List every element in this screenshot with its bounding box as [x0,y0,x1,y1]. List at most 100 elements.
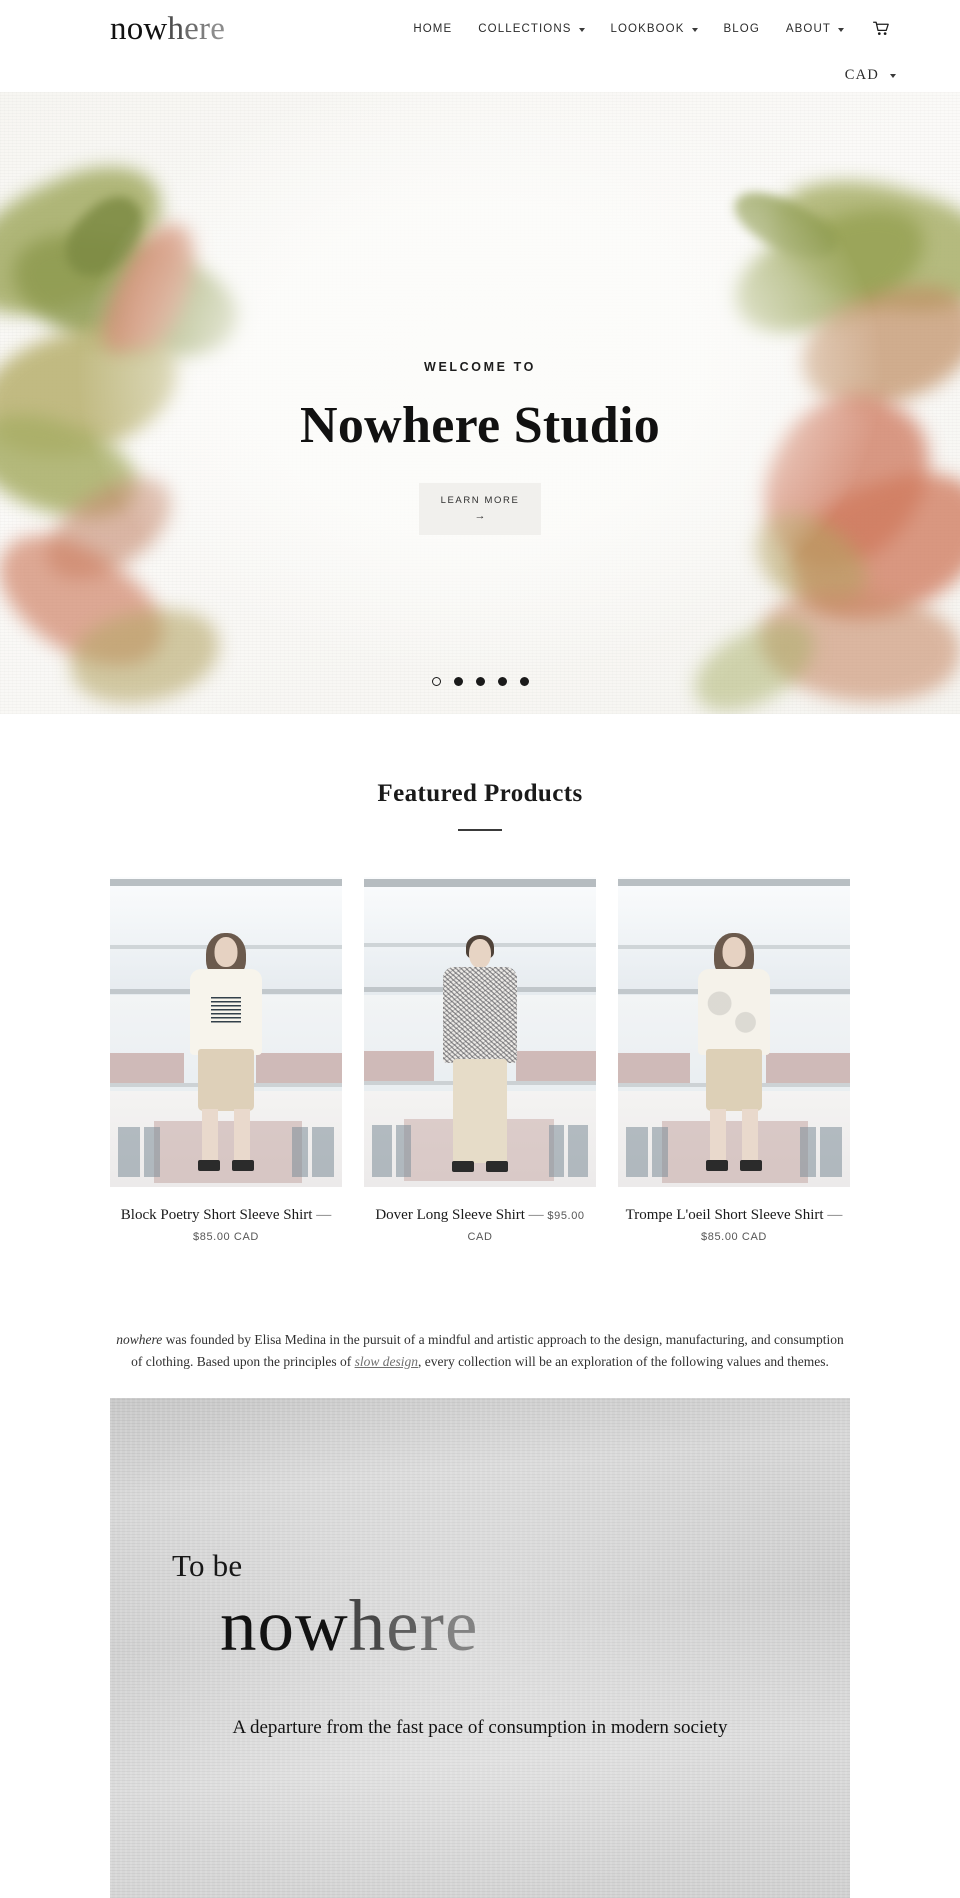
currency-selector[interactable]: CAD [839,64,902,87]
site-logo[interactable]: nowhere [110,10,226,47]
model-shirt [698,968,770,1055]
product-image [364,876,596,1187]
model-head [722,936,746,967]
model-leg [234,1108,250,1161]
chevron-down-icon [578,28,585,32]
logo-part-h: h [167,10,185,47]
photo-window [626,1126,648,1177]
chevron-down-icon [838,28,844,32]
featured-products-section: Featured Products Block Poetry Short Sle… [0,714,960,1247]
product-card[interactable]: Dover Long Sleeve Shirt — $95.00 CAD [364,876,596,1248]
product-price: $85.00 CAD [701,1230,767,1243]
model-leg [710,1108,726,1161]
model-head [469,938,491,968]
page-title: Featured Products [377,780,583,807]
panel-to-be-text: To be [172,1547,243,1583]
nav-item-about[interactable]: ABOUT [773,17,857,41]
product-name: Trompe L'oeil Short Sleeve Shirt [625,1206,824,1223]
model-shorts [706,1048,762,1111]
model-shirt [443,966,517,1063]
model-leg [202,1108,218,1161]
photo-band [364,878,596,887]
nav-item-collections[interactable]: COLLECTIONS [465,17,597,41]
panel-word-r: r [419,1584,445,1666]
chevron-down-icon [691,28,698,32]
model-shoe [452,1160,474,1172]
model-shirt-print [211,996,241,1023]
panel-caption: A departure from the fast pace of consum… [110,1714,850,1743]
product-dash: — [316,1206,332,1223]
photo-band [110,878,342,886]
chevron-down-icon [890,74,896,78]
panel-word-now: now [220,1584,349,1666]
photo-window [568,1124,588,1177]
product-grid: Block Poetry Short Sleeve Shirt — $85.00… [0,876,960,1248]
panel-word-e1: e [386,1584,420,1666]
photo-window [820,1126,842,1177]
section-divider [458,829,502,831]
nav-item-lookbook[interactable]: LOOKBOOK [598,17,711,41]
hero-kicker: WELCOME TO [424,360,536,374]
main-navigation: HOME COLLECTIONS LOOKBOOK BLOG ABOUT [400,17,900,41]
learn-more-button[interactable]: LEARN MORE → [418,483,542,535]
product-image [110,876,342,1187]
photo-brick [256,1052,342,1083]
slider-dot-3[interactable] [475,677,485,686]
cart-button[interactable] [857,17,900,41]
panel-word-h: h [348,1584,387,1666]
photo-window [144,1126,160,1177]
product-dash: — [827,1206,843,1223]
photo-window [396,1124,411,1177]
slider-dot-2[interactable] [453,677,463,686]
model-shoe [740,1159,762,1171]
nav-label-home: HOME [413,23,453,35]
logo-part-e2: e [210,10,226,47]
shopping-cart-icon [873,21,889,35]
model-shoe [198,1159,220,1171]
arrow-right-icon: → [474,509,486,522]
model-trousers [453,1058,507,1163]
photo-brick [154,1120,302,1183]
photo-brick [110,1052,184,1083]
product-card[interactable]: Trompe L'oeil Short Sleeve Shirt — $85.0… [618,876,850,1248]
header-secondary-row: CAD [0,58,960,92]
hero-content: WELCOME TO Nowhere Studio LEARN MORE → [0,360,960,535]
product-card[interactable]: Block Poetry Short Sleeve Shirt — $85.00… [110,876,342,1248]
product-title-wrap: Trompe L'oeil Short Sleeve Shirt — $85.0… [618,1205,850,1248]
hero-title: Nowhere Studio [299,397,661,454]
hero-slider[interactable]: WELCOME TO Nowhere Studio LEARN MORE → [0,92,960,714]
nav-label-collections: COLLECTIONS [478,23,572,35]
model-shorts [198,1048,254,1111]
product-title-wrap: Block Poetry Short Sleeve Shirt — $85.00… [110,1205,342,1248]
slow-design-link[interactable]: slow design [355,1354,418,1369]
slider-dot-5[interactable] [519,677,529,686]
photo-brick [516,1050,596,1081]
photo-window [372,1124,392,1177]
slider-dots [0,677,960,686]
about-text-2: , every collection will be an exploratio… [417,1353,829,1369]
model-head [214,936,238,967]
nav-item-blog[interactable]: BLOG [711,17,773,41]
logo-part-r: r [199,10,211,47]
nowhere-panel: To be nowhere A departure from the fast … [110,1397,850,1898]
product-title-wrap: Dover Long Sleeve Shirt — $95.00 CAD [364,1205,596,1248]
model-shoe [486,1160,508,1172]
product-price: $85.00 CAD [193,1230,259,1243]
product-dash: — [528,1206,544,1223]
panel-caption-text: A departure from the fast pace of consum… [232,1716,728,1738]
photo-brick [662,1120,808,1183]
nav-label-about: ABOUT [785,23,831,35]
nav-label-blog: BLOG [723,23,760,35]
product-name: Dover Long Sleeve Shirt [375,1206,525,1223]
slider-dot-1[interactable] [431,677,441,686]
learn-more-label: LEARN MORE [440,495,520,507]
panel-heading-block: To be nowhere [172,1548,810,1665]
logo-part-e1: e [184,10,199,47]
nav-item-home[interactable]: HOME [400,17,465,41]
photo-brick [766,1052,850,1083]
about-section: nowhere was founded by Elisa Medina in t… [0,1329,960,1373]
about-brand-name: nowhere [116,1332,163,1348]
slider-dot-4[interactable] [497,677,507,686]
photo-band [618,878,850,886]
photo-brick [364,1050,434,1081]
